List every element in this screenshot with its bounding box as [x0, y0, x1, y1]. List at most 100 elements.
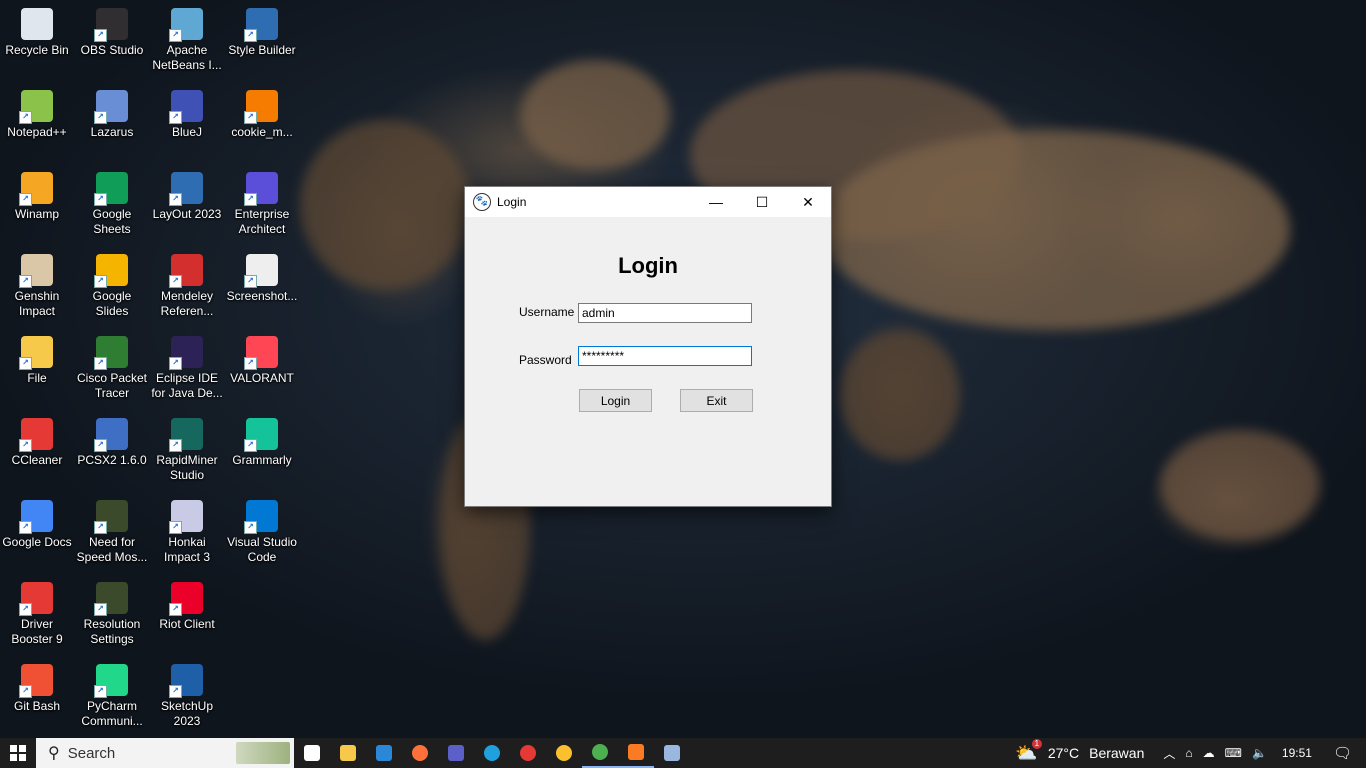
file-explorer-icon — [340, 745, 356, 761]
desktop-icon[interactable]: Recycle Bin — [0, 2, 74, 82]
shortcut-arrow-icon: ↗ — [19, 685, 32, 698]
desktop-icon[interactable]: ↗ Lazarus — [75, 84, 149, 164]
desktop-icon[interactable]: ↗ SketchUp 2023 — [150, 658, 224, 738]
desktop-icon[interactable]: ↗ Honkai Impact 3 — [150, 494, 224, 574]
shortcut-arrow-icon: ↗ — [169, 111, 182, 124]
taskbar-app-button[interactable] — [510, 738, 546, 768]
style-builder-icon: ↗ — [244, 8, 278, 42]
search-placeholder: Search — [67, 744, 116, 762]
taskbar-app-button[interactable] — [330, 738, 366, 768]
shortcut-arrow-icon: ↗ — [94, 357, 107, 370]
desktop-icon[interactable]: ↗ BlueJ — [150, 84, 224, 164]
desktop-icon[interactable]: ↗ Apache NetBeans I... — [150, 2, 224, 82]
desktop-icon[interactable]: ↗ Google Sheets — [75, 166, 149, 246]
shortcut-arrow-icon: ↗ — [169, 439, 182, 452]
taskbar-app-button[interactable] — [438, 738, 474, 768]
taskbar-app-button[interactable] — [294, 738, 330, 768]
close-button[interactable]: ✕ — [785, 187, 831, 217]
desktop-icon-label: Need for Speed Mos... — [76, 535, 148, 564]
folder-icon: ↗ — [19, 336, 53, 370]
desktop-icon[interactable]: ↗ Style Builder — [225, 2, 299, 82]
weather-icon[interactable]: ⛅ 1 — [1015, 738, 1042, 764]
taskbar-app-button[interactable] — [654, 738, 690, 768]
desktop-icon[interactable]: ↗ Google Slides — [75, 248, 149, 328]
desktop-icon-label: Style Builder — [228, 43, 296, 57]
username-field[interactable]: admin — [578, 303, 752, 323]
taskbar-app-button[interactable] — [618, 738, 654, 768]
desktop-icon[interactable]: ↗ Google Docs — [0, 494, 74, 574]
screenshot-file-icon: ↗ — [244, 254, 278, 288]
app-gear-icon — [664, 745, 680, 761]
desktop-icon[interactable]: ↗ Resolution Settings — [75, 576, 149, 656]
desktop-icon[interactable]: ↗ Notepad++ — [0, 84, 74, 164]
desktop-icon-label: Screenshot... — [226, 289, 298, 303]
shortcut-arrow-icon: ↗ — [94, 111, 107, 124]
desktop-icon[interactable]: ↗ OBS Studio — [75, 2, 149, 82]
desktop-icon[interactable]: ↗ Winamp — [0, 166, 74, 246]
taskbar-app-button[interactable] — [366, 738, 402, 768]
shortcut-arrow-icon: ↗ — [19, 521, 32, 534]
desktop-icon[interactable]: ↗ Driver Booster 9 — [0, 576, 74, 656]
obs-icon: ↗ — [94, 8, 128, 42]
desktop-icon[interactable]: ↗ CCleaner — [0, 412, 74, 492]
shortcut-arrow-icon: ↗ — [94, 603, 107, 616]
volume-icon[interactable]: 🔈 — [1252, 746, 1267, 760]
desktop-icon[interactable]: ↗ LayOut 2023 — [150, 166, 224, 246]
notepadpp-icon: ↗ — [19, 90, 53, 124]
winamp-icon: ↗ — [19, 172, 53, 206]
desktop-icon[interactable]: ↗ VALORANT — [225, 330, 299, 410]
network-icon[interactable]: ⌨ — [1225, 746, 1242, 760]
paw-icon: 🐾 — [473, 193, 491, 211]
clock[interactable]: 19:51 — [1282, 746, 1312, 760]
ccleaner-icon: ↗ — [19, 418, 53, 452]
maximize-button[interactable]: ☐ — [739, 187, 785, 217]
desktop-icon[interactable]: ↗ Visual Studio Code — [225, 494, 299, 574]
desktop-icon-label: BlueJ — [171, 125, 203, 139]
notifications-icon[interactable]: 🗨 — [1333, 744, 1352, 762]
valorant-icon: ↗ — [244, 336, 278, 370]
desktop-icon-label: Winamp — [14, 207, 59, 221]
desktop-icon[interactable]: ↗ PCSX2 1.6.0 — [75, 412, 149, 492]
onedrive-icon[interactable]: ☁ — [1203, 746, 1215, 760]
desktop-icon-label: Riot Client — [159, 617, 215, 631]
start-button[interactable] — [0, 738, 36, 768]
login-window-titlebar[interactable]: 🐾 Login — ☐ ✕ — [465, 187, 831, 217]
grammarly-icon: ↗ — [244, 418, 278, 452]
desktop-icon[interactable]: ↗ Grammarly — [225, 412, 299, 492]
taskbar-app-button[interactable] — [582, 738, 618, 768]
weather-desc[interactable]: Berawan — [1089, 745, 1144, 761]
taskbar-app-button[interactable] — [402, 738, 438, 768]
desktop-icon[interactable]: ↗ Genshin Impact — [0, 248, 74, 328]
desktop-icon[interactable]: ↗ Git Bash — [0, 658, 74, 738]
desktop-icon[interactable]: ↗ Cisco Packet Tracer — [75, 330, 149, 410]
weather-temp[interactable]: 27°C — [1048, 745, 1079, 761]
desktop-icon-label: Enterprise Architect — [234, 207, 290, 236]
pycharm-icon: ↗ — [94, 664, 128, 698]
desktop-icon[interactable]: ↗ Screenshot... — [225, 248, 299, 328]
taskbar-app-button[interactable] — [546, 738, 582, 768]
desktop-icon-label: Mendeley Referen... — [160, 289, 214, 318]
password-field[interactable]: ********* — [578, 346, 752, 366]
desktop-icon-label: Lazarus — [90, 125, 134, 139]
desktop-icon[interactable]: ↗ Riot Client — [150, 576, 224, 656]
chevron-up-icon[interactable]: ︿ — [1163, 745, 1175, 762]
desktop-icon[interactable]: ↗ Eclipse IDE for Java De... — [150, 330, 224, 410]
shortcut-arrow-icon: ↗ — [169, 357, 182, 370]
minimize-button[interactable]: — — [693, 187, 739, 217]
desktop-icon[interactable]: ↗ Need for Speed Mos... — [75, 494, 149, 574]
riot-icon: ↗ — [169, 582, 203, 616]
desktop-icon-label: LayOut 2023 — [152, 207, 222, 221]
desktop-icon[interactable]: ↗ Enterprise Architect — [225, 166, 299, 246]
taskbar-search-box[interactable]: ⚲ Search — [36, 738, 294, 768]
shortcut-arrow-icon: ↗ — [244, 193, 257, 206]
desktop-icon[interactable]: ↗ PyCharm Communi... — [75, 658, 149, 738]
taskbar-app-button[interactable] — [474, 738, 510, 768]
desktop-icon[interactable]: ↗ Mendeley Referen... — [150, 248, 224, 328]
meet-now-icon[interactable]: ⌂ — [1185, 746, 1192, 760]
desktop-icon[interactable]: ↗ File — [0, 330, 74, 410]
desktop-icon[interactable]: ↗ cookie_m... — [225, 84, 299, 164]
desktop-icon[interactable]: ↗ RapidMiner Studio — [150, 412, 224, 492]
netbeans-icon: ↗ — [169, 8, 203, 42]
login-button[interactable]: Login — [579, 389, 652, 412]
exit-button[interactable]: Exit — [680, 389, 753, 412]
